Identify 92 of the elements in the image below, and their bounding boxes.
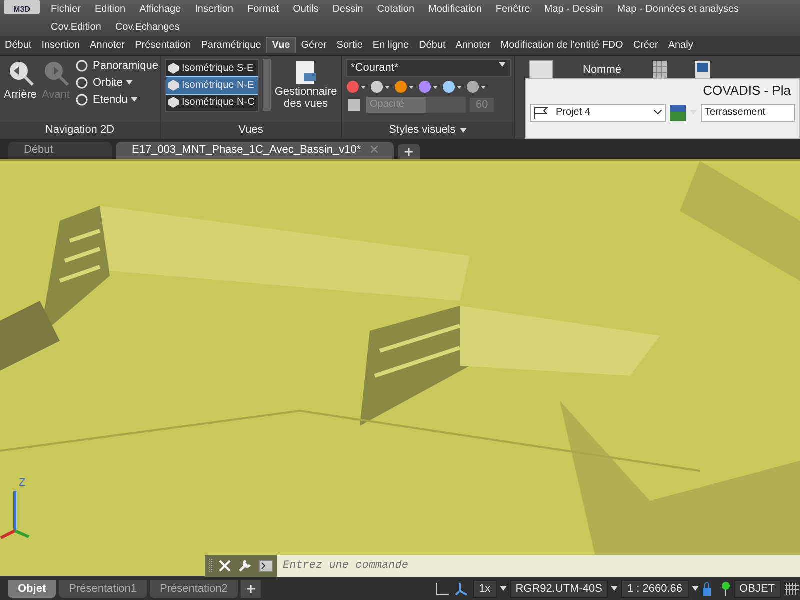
grip-icon[interactable] [209,558,213,574]
menu-item[interactable]: Cov.Echanges [108,22,187,32]
prompt-icon[interactable] [259,560,273,572]
chevron-icon [654,110,662,116]
ribbon-tab[interactable]: Insertion [36,38,86,53]
view-manager-button[interactable]: Gestionnaire des vues [275,58,337,111]
ribbon-tab[interactable]: Modification de l'entité FDO [496,38,628,53]
menu-item[interactable]: Format [240,4,286,14]
menu-item[interactable]: Outils [286,4,326,14]
sphere-icon[interactable] [346,80,368,94]
viewport-icon[interactable] [529,60,553,80]
layout-tab[interactable]: Présentation1 [59,580,148,598]
menu-item[interactable]: Edition [88,4,133,14]
nav-tool[interactable]: Etendu [75,92,128,107]
ortho-icon[interactable] [435,580,452,597]
cube-icon [346,96,362,113]
ribbon-tab[interactable]: Créer [628,38,664,53]
ribbon-tab[interactable]: Sortie [332,38,368,53]
category-dropdown[interactable]: Terrassement [701,104,795,122]
cube-icon [168,62,179,74]
menu-item[interactable]: Cotation [370,4,422,14]
nav-tool[interactable]: Panoramique [75,58,158,73]
scale-button[interactable]: 1 : 2660.66 [621,580,689,598]
ribbon-tab[interactable]: Début [414,38,451,53]
sphere-icon[interactable] [394,80,416,94]
named-button[interactable]: Nommé [577,62,628,77]
coordinate-system-button[interactable]: RGR92.UTM-40S [510,580,608,598]
ribbon-tab[interactable]: Analy [663,38,698,53]
ribbon-tab[interactable]: En ligne [368,38,414,53]
caret-icon[interactable] [130,97,138,102]
panel-title: Vues [161,122,341,139]
menu-item[interactable]: Map - Données et analyses [610,4,746,14]
ribbon-tab[interactable]: Vue [266,37,296,54]
menu-item[interactable]: Modification [422,4,489,14]
view-item[interactable]: Isométrique S-E [166,60,258,77]
plus-icon [246,585,255,594]
view-item[interactable]: Isométrique N-E [166,76,258,94]
command-input-field[interactable]: Entrez une commande [277,555,800,578]
menu-item[interactable]: Map - Dessin [537,4,610,14]
caret-icon[interactable] [500,586,507,592]
app-logo[interactable]: M3D [4,0,40,14]
visual-style-dropdown[interactable]: *Courant* [346,58,511,77]
annotation-scale-button[interactable]: 1x [473,580,497,598]
caret-icon[interactable] [499,62,506,67]
cube-icon [168,80,179,91]
sphere-icon[interactable] [418,80,440,94]
scroll-bar[interactable] [263,58,271,111]
lock-icon[interactable] [702,582,712,596]
ribbon-tab[interactable]: Gérer [296,38,332,53]
menu-item[interactable]: Dessin [326,4,370,14]
grid-icon[interactable] [652,60,670,80]
space-button[interactable]: OBJET [734,580,781,598]
new-layout-button[interactable] [240,580,261,598]
sphere-icon[interactable] [370,80,392,94]
panel-title: COVADIS - Pla [702,82,792,100]
wrench-icon[interactable] [237,558,253,574]
menu-item[interactable]: Insertion [188,4,240,14]
nav-tool[interactable]: Orbite [75,76,123,90]
axis-icon[interactable] [454,580,470,597]
menu-item[interactable]: Fenêtre [488,4,538,14]
ribbon-tab[interactable]: Paramétrique [196,38,266,53]
ribbon-tab[interactable]: Annoter [85,38,130,53]
layout-tab[interactable]: Objet [8,580,56,598]
caret-icon[interactable] [126,80,133,86]
document-tab[interactable]: E17_003_MNT_Phase_1C_Avec_Bassin_v10* [116,142,394,159]
ucs-axis-icon [0,490,30,540]
nav-button[interactable]: Arrière [4,58,38,101]
menu-item[interactable]: Fichier [44,4,88,14]
document-tab[interactable]: Début [8,142,112,159]
caret-icon[interactable] [692,586,699,592]
ribbon-tab[interactable]: Annoter [450,38,496,53]
view-item[interactable]: Isométrique N-C [166,94,258,111]
new-tab-button[interactable] [398,144,420,159]
menu-item[interactable]: Cov.Edition [44,22,108,32]
sphere-icon[interactable] [466,80,488,94]
sphere-icon[interactable] [442,80,464,94]
layout-tab[interactable]: Présentation2 [150,580,238,598]
panel-title: Styles visuels [389,122,456,138]
terrain-icon[interactable] [670,104,686,121]
menu-item[interactable]: Affichage [132,4,188,14]
caret-icon[interactable] [460,128,467,133]
caret-icon[interactable] [611,586,618,592]
ribbon-tab[interactable]: Présentation [130,38,196,53]
document-icon [293,60,319,86]
ribbon-tab[interactable]: Début [0,38,37,53]
panel-title: Navigation 2D [0,122,160,139]
grid-icon[interactable] [784,580,800,597]
plus-icon [405,148,414,156]
project-dropdown[interactable]: Projet 4 [530,104,666,122]
window-icon[interactable] [694,60,712,80]
cube-icon [168,96,179,108]
axis-label: Z [19,476,26,489]
